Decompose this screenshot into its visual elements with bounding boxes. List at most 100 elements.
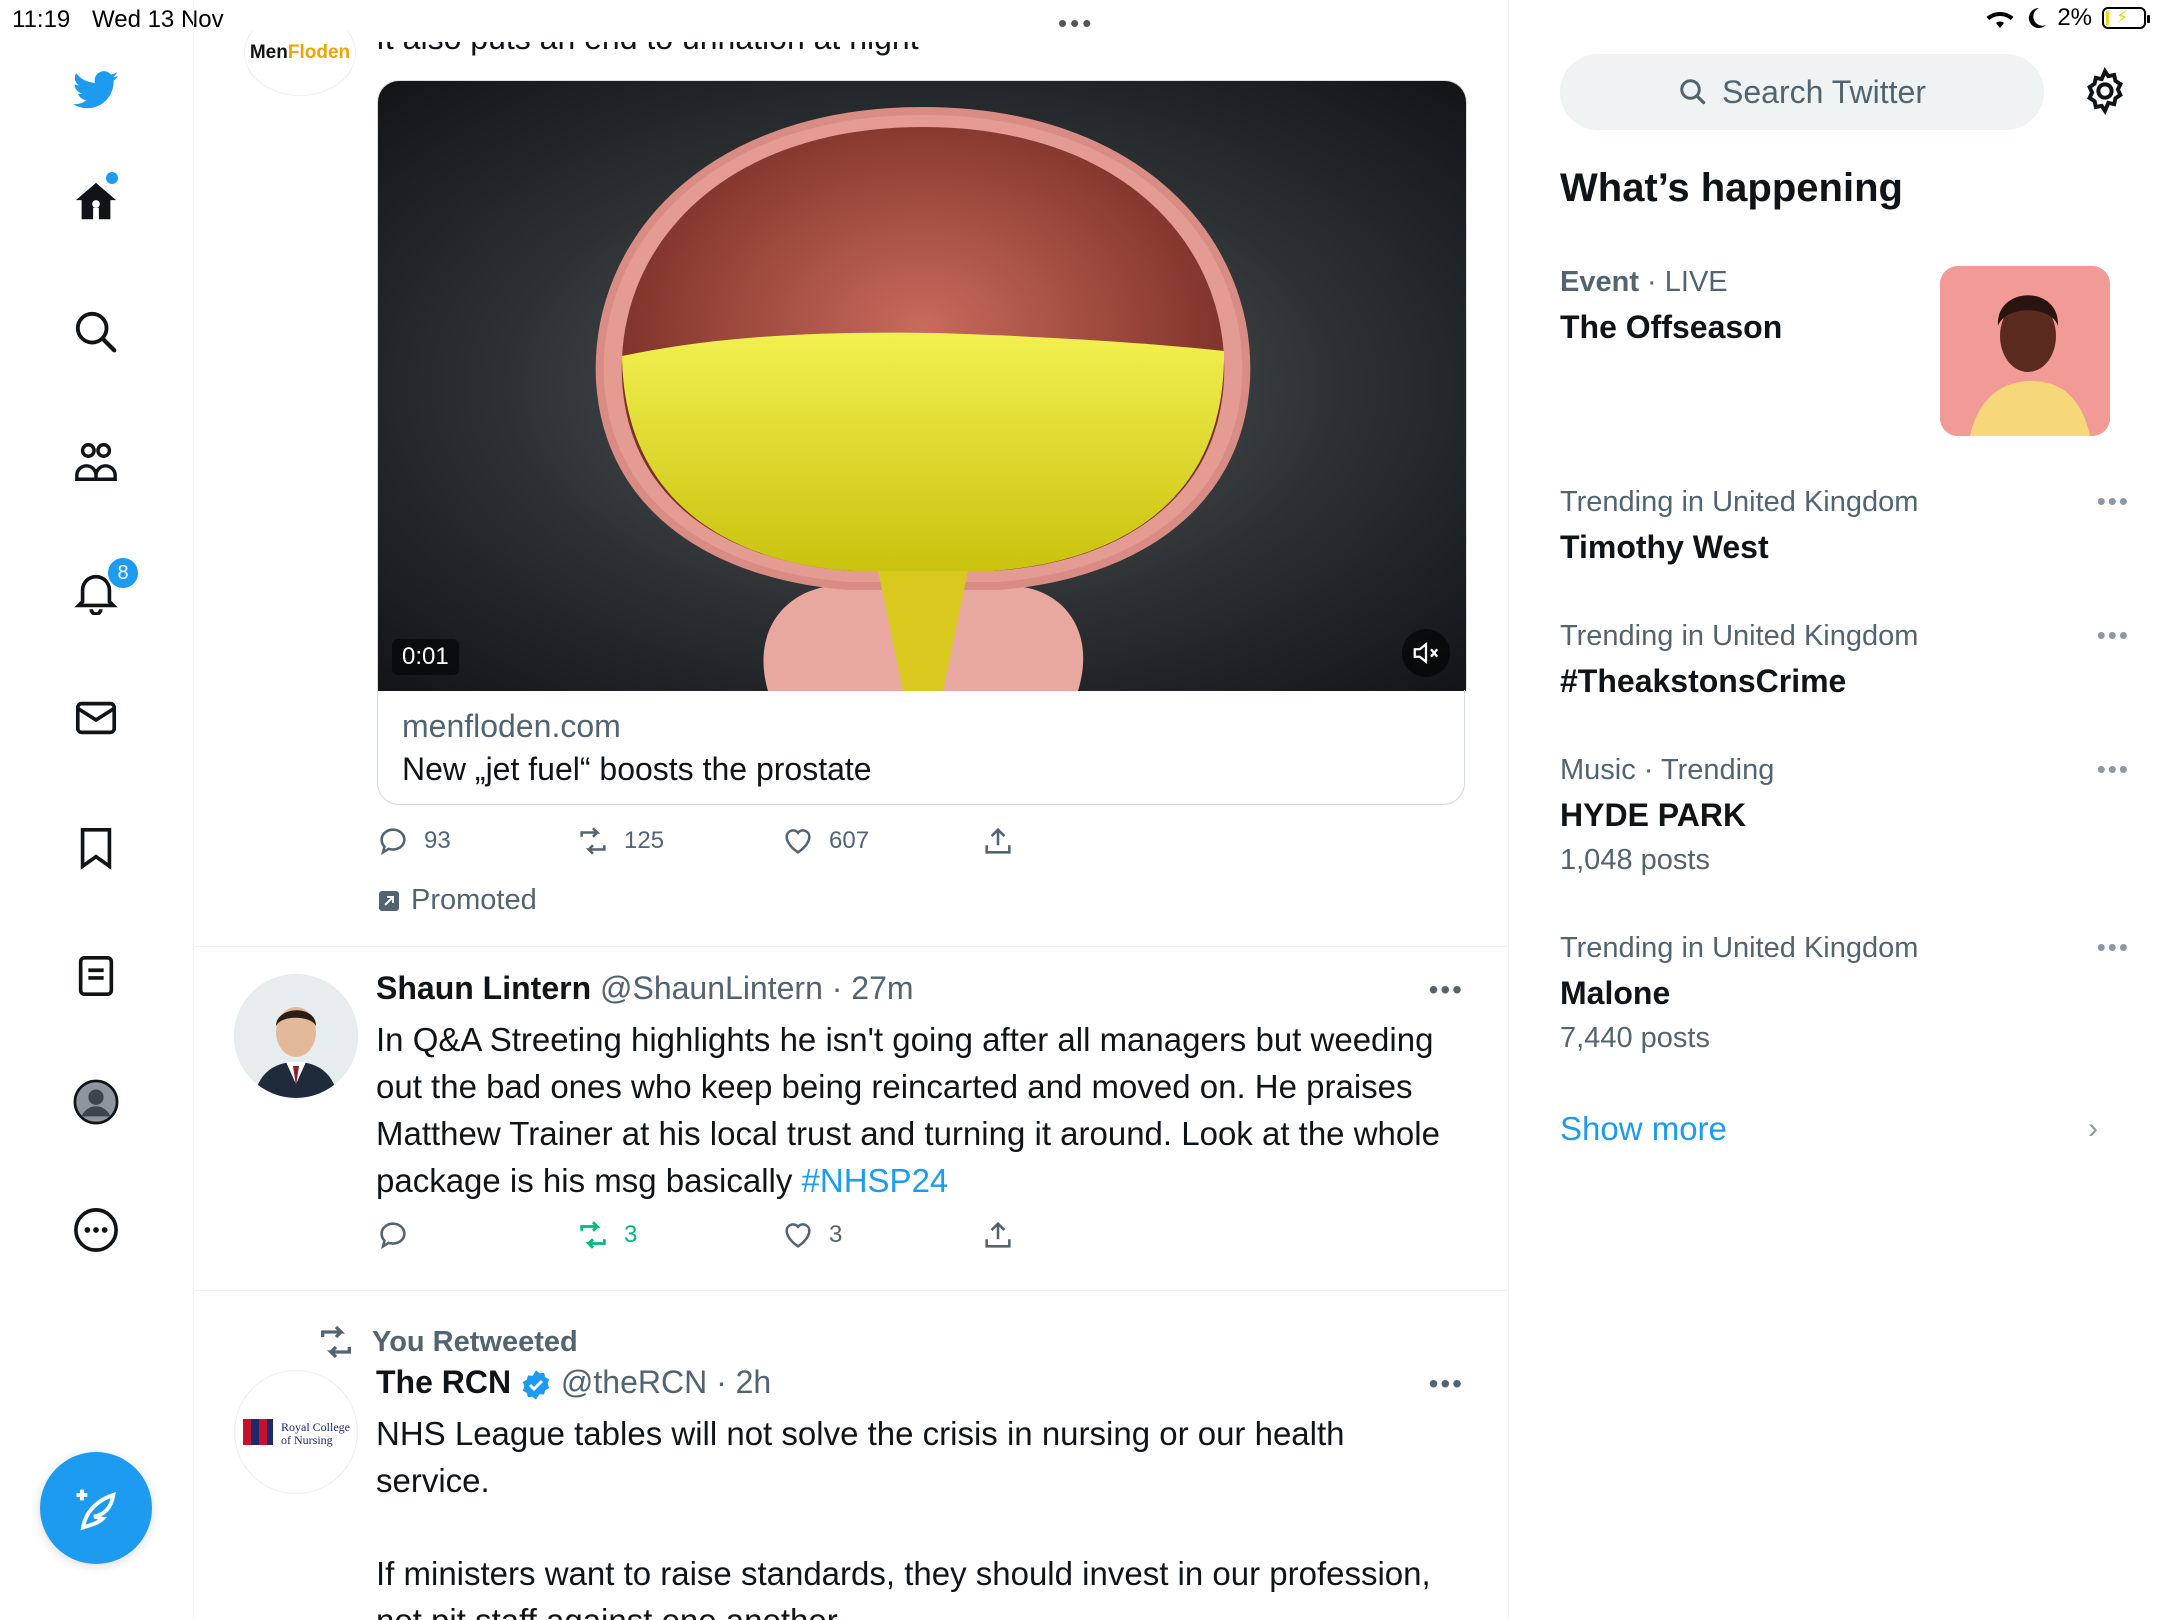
communities-icon[interactable] <box>66 432 126 492</box>
tweet-text-paragraph-2: If ministers want to raise standards, th… <box>376 1555 1431 1620</box>
author-handle[interactable]: @theRCN <box>561 1364 707 1400</box>
retweet-button[interactable]: 125 <box>576 824 781 858</box>
logo-text-floden: Floden <box>287 42 351 63</box>
tweet-text: NHS League tables will not solve the cri… <box>376 1415 1345 1499</box>
tweet-more-options-icon[interactable]: ••• <box>1429 1368 1464 1400</box>
search-placeholder: Search Twitter <box>1722 73 1926 110</box>
promoted-arrow-icon <box>379 890 399 911</box>
profile-icon[interactable] <box>66 1072 126 1132</box>
promoted-text: Promoted <box>411 884 537 916</box>
like-button[interactable]: 3 <box>781 1218 981 1252</box>
retweet-icon <box>580 827 606 855</box>
twitter-logo-icon[interactable] <box>66 60 126 120</box>
tweet-header: Shaun Lintern @ShaunLintern · 27m <box>376 970 914 1007</box>
trend-item[interactable]: Trending in United Kingdom Malone 7,440 … <box>1560 932 2128 1055</box>
tweet-divider <box>194 1290 1508 1291</box>
gear-icon[interactable] <box>2080 66 2130 116</box>
trend-context: Trending in United Kingdom <box>1560 620 1919 652</box>
trend-title: Malone <box>1560 975 1671 1011</box>
show-more-link[interactable]: Show more <box>1560 1110 1727 1148</box>
trend-title: #TheakstonsCrime <box>1560 663 1847 699</box>
main-timeline: Men Floden It also puts an end to urinati… <box>194 0 1509 1620</box>
event-thumbnail[interactable] <box>1940 266 2110 436</box>
promoted-tweet-actions: 93 125 607 <box>376 824 1015 858</box>
tweet-more-options-icon[interactable]: ••• <box>1429 974 1464 1006</box>
link-card[interactable]: menfloden.com New „jet fuel“ boosts the … <box>377 690 1465 805</box>
shaun-lintern-avatar[interactable] <box>234 974 358 1098</box>
tweet-time[interactable]: · 2h <box>716 1364 771 1400</box>
reply-count: 93 <box>424 827 451 854</box>
feather-plus-icon <box>76 1489 116 1531</box>
retweet-count: 125 <box>624 827 665 854</box>
tweet-time[interactable]: · 27m <box>832 970 914 1006</box>
like-button[interactable]: 607 <box>781 824 981 858</box>
card-title: New „jet fuel“ boosts the prostate <box>402 751 872 787</box>
tweet-divider <box>194 946 1508 947</box>
event-category: Event <box>1560 266 1639 298</box>
event-photo <box>1940 266 2110 436</box>
heart-icon <box>785 1223 811 1248</box>
trend-context: Trending in United Kingdom <box>1560 932 1919 964</box>
left-navigation: 8 <box>0 0 194 1620</box>
person-photo <box>234 974 358 1098</box>
tweet-header: The RCN @theRCN · 2h <box>376 1364 771 1401</box>
video-timestamp: 0:01 <box>392 639 459 675</box>
trend-post-count: 7,440 posts <box>1560 1022 1710 1054</box>
mute-toggle-button[interactable] <box>1402 629 1450 677</box>
bladder-illustration <box>595 106 1251 691</box>
notifications-count-badge: 8 <box>106 556 140 590</box>
author-name[interactable]: The RCN <box>376 1364 511 1400</box>
reply-button[interactable] <box>376 1218 576 1252</box>
compose-tweet-button[interactable] <box>40 1452 152 1564</box>
right-sidebar: Search Twitter What’s happening Event · … <box>1510 0 2160 1620</box>
search-icon[interactable] <box>66 302 126 362</box>
speaker-muted-icon <box>1413 641 1439 665</box>
reply-button[interactable]: 93 <box>376 824 576 858</box>
search-input[interactable]: Search Twitter <box>1560 54 2044 130</box>
event-live: · LIVE <box>1647 266 1728 298</box>
promoted-tweet-text: It also puts an end to urination at nigh… <box>376 20 919 56</box>
trend-more-options-icon[interactable]: ••• <box>2097 486 2130 517</box>
rcn-logo-text-line2: of Nursing <box>281 1433 333 1447</box>
trend-more-options-icon[interactable]: ••• <box>2097 932 2130 963</box>
bookmarks-icon[interactable] <box>66 818 126 878</box>
promoted-video[interactable]: 0:01 <box>377 80 1467 691</box>
trend-context: Music · Trending <box>1560 754 1775 786</box>
retweet-active-icon <box>580 1221 606 1249</box>
share-upload-icon <box>985 827 1011 854</box>
retweeted-indicator: You Retweeted <box>316 1322 578 1362</box>
reply-icon <box>380 1222 406 1250</box>
retweeted-text: You Retweeted <box>372 1325 578 1358</box>
share-button[interactable] <box>981 1218 1015 1252</box>
chevron-right-icon: › <box>2088 1112 2098 1145</box>
retweet-count: 3 <box>624 1221 638 1248</box>
tweet-text: In Q&A Streeting highlights he isn't goi… <box>376 1016 1466 1204</box>
promoted-label[interactable]: Promoted <box>377 884 537 917</box>
author-handle[interactable]: @ShaunLintern <box>600 970 823 1006</box>
messages-icon[interactable] <box>66 688 126 748</box>
trend-item[interactable]: Music · Trending HYDE PARK 1,048 posts •… <box>1560 754 2128 877</box>
trend-more-options-icon[interactable]: ••• <box>2097 754 2130 785</box>
menfloden-avatar[interactable]: Men Floden <box>244 30 356 96</box>
whats-happening-title: What’s happening <box>1560 166 1903 210</box>
share-upload-icon <box>985 1221 1011 1248</box>
trend-title: Timothy West <box>1560 529 1769 565</box>
trend-more-options-icon[interactable]: ••• <box>2097 620 2130 651</box>
card-domain: menfloden.com <box>402 708 621 744</box>
logo-text-men: Men <box>249 42 288 63</box>
trend-post-count: 1,048 posts <box>1560 844 1710 876</box>
trend-item[interactable]: Trending in United Kingdom Timothy West … <box>1560 486 2128 566</box>
rcn-avatar[interactable]: Royal College of Nursing <box>234 1370 358 1494</box>
retweet-button[interactable]: 3 <box>576 1218 781 1252</box>
share-button[interactable] <box>981 824 1015 858</box>
lists-icon[interactable] <box>66 946 126 1006</box>
hashtag-link[interactable]: #NHSP24 <box>802 1162 949 1199</box>
heart-icon <box>785 829 811 854</box>
like-count: 607 <box>829 827 870 854</box>
author-name[interactable]: Shaun Lintern <box>376 970 591 1006</box>
trend-item[interactable]: Trending in United Kingdom #TheakstonsCr… <box>1560 620 2128 700</box>
reply-icon <box>380 828 406 856</box>
like-count: 3 <box>829 1221 843 1248</box>
more-icon[interactable] <box>66 1200 126 1260</box>
home-unread-dot <box>106 172 118 184</box>
